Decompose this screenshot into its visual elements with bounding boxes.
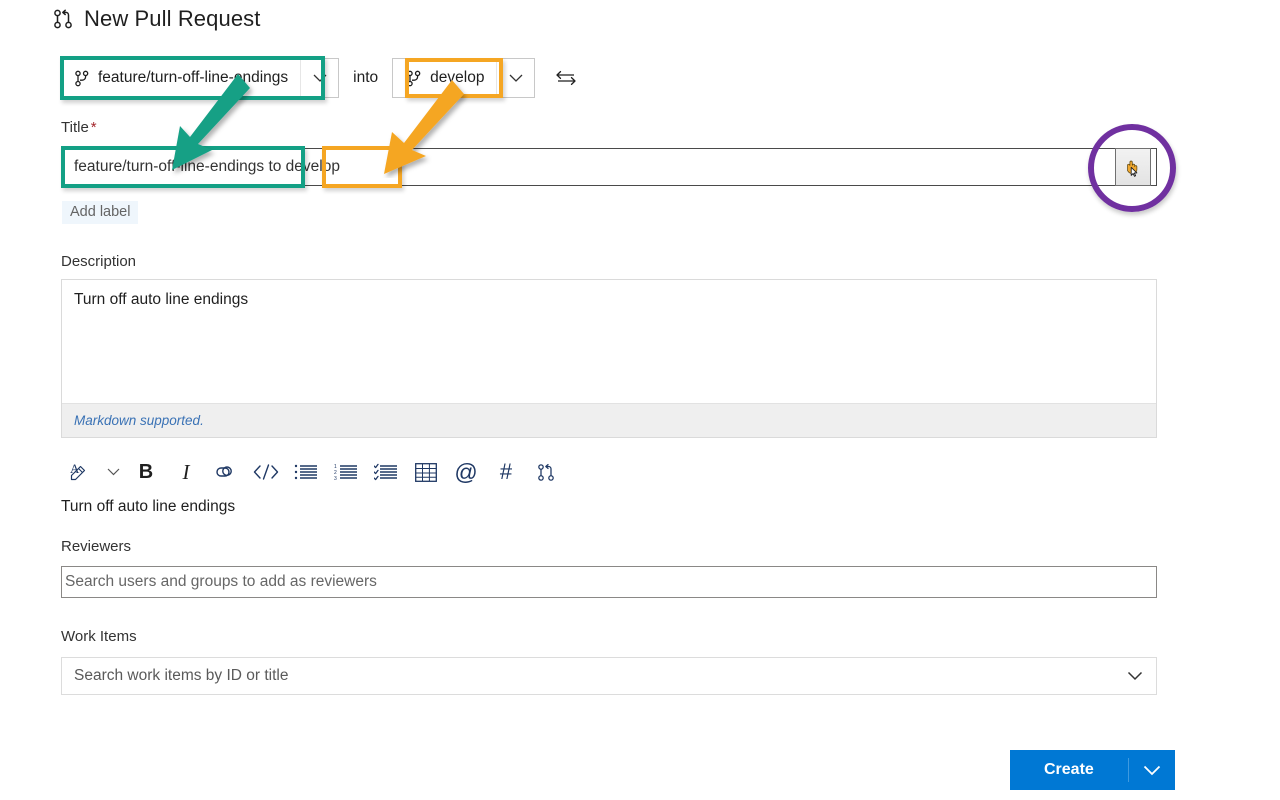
- description-box[interactable]: Turn off auto line endings Markdown supp…: [61, 279, 1157, 438]
- source-branch-name: feature/turn-off-line-endings: [98, 69, 288, 87]
- target-branch-label-wrap: develop: [393, 59, 496, 97]
- source-branch-chevron-down-icon[interactable]: [300, 59, 338, 97]
- title-label-text: Title: [61, 119, 89, 136]
- pull-request-icon: [52, 8, 74, 30]
- code-icon[interactable]: [246, 455, 286, 489]
- create-chevron-down-icon[interactable]: [1129, 750, 1175, 790]
- required-marker: *: [91, 119, 97, 136]
- reviewers-input[interactable]: [62, 567, 1156, 597]
- add-label-button[interactable]: Add label: [62, 201, 138, 224]
- work-items-input-wrapper[interactable]: [61, 657, 1157, 695]
- svg-text:3: 3: [334, 476, 337, 481]
- target-branch-name: develop: [430, 69, 484, 87]
- work-item-icon[interactable]: #: [486, 455, 526, 489]
- title-input-wrapper[interactable]: [61, 148, 1157, 186]
- create-button-group: Create: [1010, 750, 1175, 790]
- work-items-input[interactable]: [62, 658, 1114, 694]
- branch-selection-row: feature/turn-off-line-endings into: [60, 58, 581, 98]
- italic-icon: I: [183, 462, 190, 483]
- markdown-supported-note: Markdown supported.: [62, 403, 1156, 437]
- title-field-label: Title*: [61, 119, 97, 136]
- font-color-icon[interactable]: A: [60, 455, 100, 489]
- into-label: into: [353, 69, 378, 87]
- description-label: Description: [61, 253, 136, 270]
- title-input[interactable]: [62, 149, 1156, 185]
- description-textarea[interactable]: Turn off auto line endings: [62, 280, 1156, 403]
- target-branch-picker[interactable]: develop: [392, 58, 535, 98]
- target-branch-chevron-down-icon[interactable]: [496, 59, 534, 97]
- branch-icon: [74, 70, 89, 87]
- page-title: New Pull Request: [84, 6, 260, 32]
- font-color-chevron-down-icon[interactable]: [100, 455, 126, 489]
- italic-button[interactable]: I: [166, 455, 206, 489]
- numbered-list-icon[interactable]: 1 2 3: [326, 455, 366, 489]
- mention-glyph: @: [454, 461, 477, 484]
- bold-button[interactable]: B: [126, 455, 166, 489]
- hash-glyph: #: [500, 461, 512, 483]
- title-side-button[interactable]: [1115, 148, 1151, 186]
- link-icon[interactable]: [206, 455, 246, 489]
- create-button[interactable]: Create: [1010, 750, 1128, 790]
- source-branch-label-wrap: feature/turn-off-line-endings: [61, 59, 300, 97]
- mention-icon[interactable]: @: [446, 455, 486, 489]
- bold-icon: B: [139, 462, 153, 482]
- description-preview-text: Turn off auto line endings: [61, 498, 235, 516]
- swap-arrows-icon[interactable]: [551, 63, 581, 93]
- pull-request-link-icon[interactable]: [526, 455, 566, 489]
- page-header: New Pull Request: [52, 6, 260, 32]
- task-list-icon[interactable]: [366, 455, 406, 489]
- work-items-label: Work Items: [61, 628, 137, 645]
- bulleted-list-icon[interactable]: [286, 455, 326, 489]
- branch-icon: [406, 70, 421, 87]
- markdown-toolbar: A B I: [60, 455, 566, 489]
- source-branch-picker[interactable]: feature/turn-off-line-endings: [60, 58, 339, 98]
- work-items-chevron-down-icon[interactable]: [1114, 671, 1156, 681]
- table-icon[interactable]: [406, 455, 446, 489]
- reviewers-input-wrapper[interactable]: [61, 566, 1157, 598]
- reviewers-label: Reviewers: [61, 538, 131, 555]
- new-pull-request-page: New Pull Request feature/turn-off-line-e…: [0, 0, 1280, 800]
